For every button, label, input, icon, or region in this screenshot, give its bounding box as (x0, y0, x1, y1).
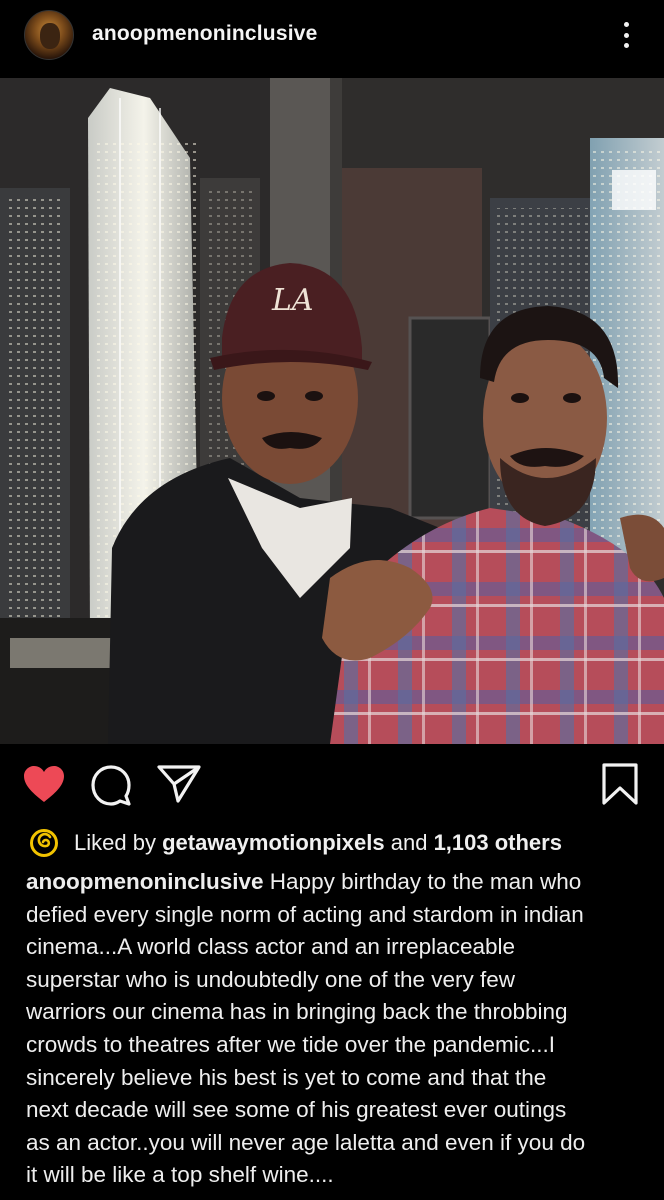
caption-line: it will be like a top shelf wine.... (26, 1162, 334, 1188)
caption-line: as an actor..you will never age laletta … (26, 1129, 586, 1155)
send-icon[interactable] (156, 764, 202, 804)
likes-connector: and (390, 830, 428, 855)
caption-line: cinema...A world class actor and an irre… (26, 934, 516, 960)
post-header: anoopmenoninclusive (0, 0, 664, 78)
caption-line: anoopmenoninclusive Happy birthday to th… (26, 866, 646, 899)
caption-line: crowds to theatres after we tide over th… (26, 1031, 556, 1057)
caption-line: defied every single norm of acting and s… (26, 901, 584, 927)
spiral-icon (30, 829, 58, 857)
post-caption: anoopmenoninclusive Happy birthday to th… (26, 866, 646, 1192)
comment-icon[interactable] (90, 764, 132, 806)
liked-by-user[interactable]: getawaymotionpixels (162, 830, 385, 856)
caption-line: sincerely believe his best is yet to com… (26, 1064, 547, 1090)
caption-text: Happy birthday to the man who (263, 869, 582, 894)
post-photo[interactable]: LA (0, 78, 664, 744)
caption-line: superstar who is undoubtedly one of the … (26, 966, 516, 992)
profile-avatar[interactable] (24, 10, 74, 60)
likes-summary[interactable]: Liked by getawaymotionpixels and 1,103 o… (30, 826, 562, 860)
caption-line: warriors our cinema has in bringing back… (26, 999, 568, 1025)
bookmark-icon[interactable] (600, 762, 640, 806)
caption-author[interactable]: anoopmenoninclusive (26, 869, 264, 894)
more-vertical-icon[interactable] (616, 20, 636, 50)
caption-line: next decade will see some of his greates… (26, 1097, 567, 1123)
svg-text:LA: LA (271, 283, 314, 318)
likes-prefix: Liked by (74, 830, 156, 855)
post-username[interactable]: anoopmenoninclusive (92, 22, 318, 46)
likes-others-count[interactable]: 1,103 others (434, 830, 562, 856)
heart-filled-icon[interactable] (22, 764, 66, 804)
post-actions (0, 744, 664, 824)
